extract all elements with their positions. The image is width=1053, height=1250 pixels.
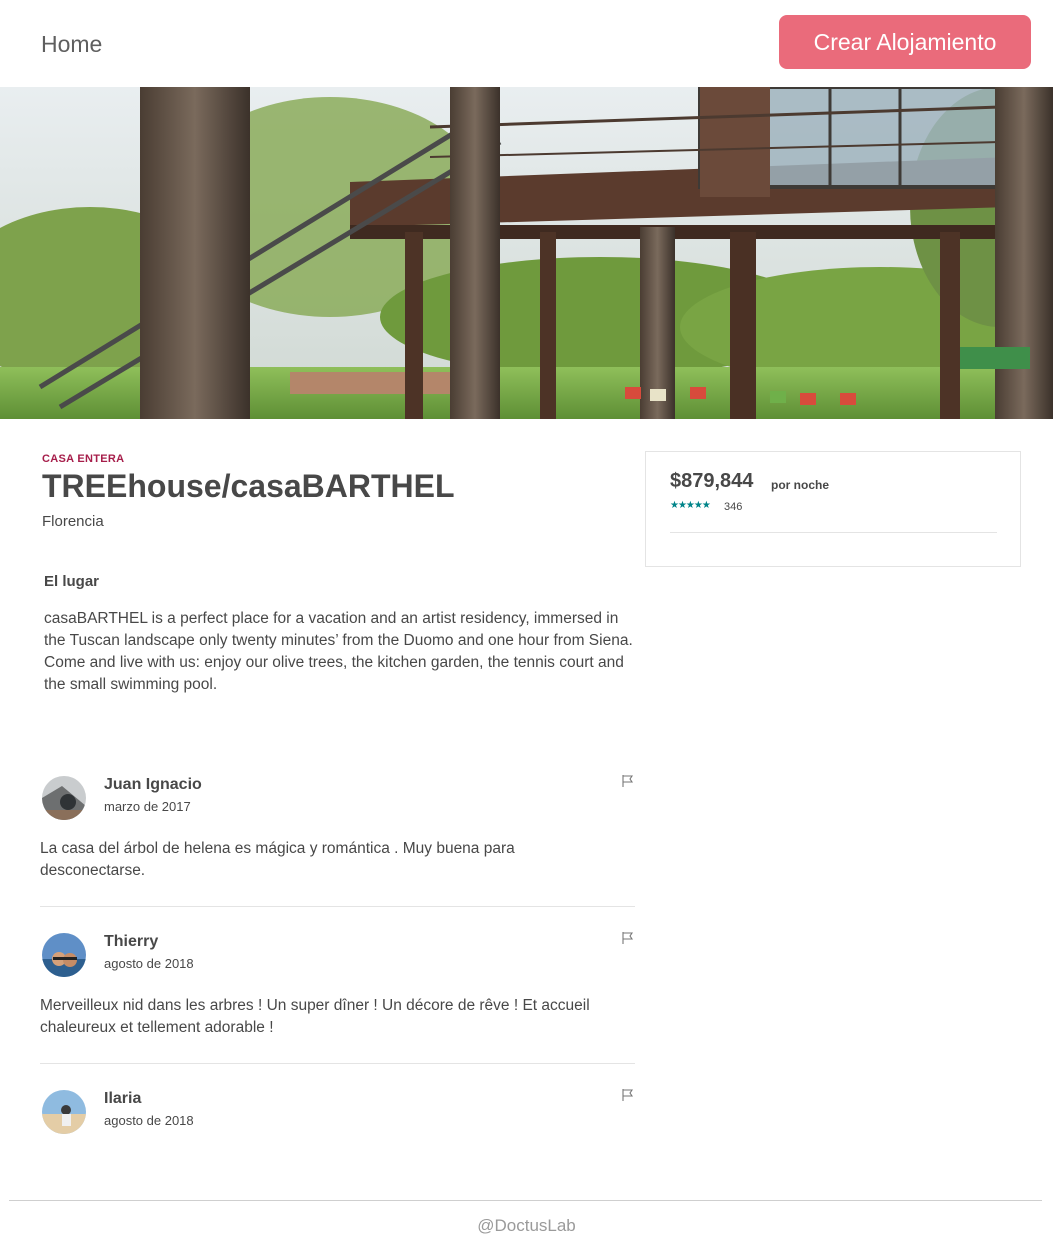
report-flag-icon[interactable]: [621, 931, 635, 945]
listing-type-label: CASA ENTERA: [42, 453, 125, 465]
rating-count: 346: [724, 501, 743, 513]
reviewer-name: Ilaria: [104, 1090, 142, 1107]
top-nav: Home Crear Alojamiento: [0, 0, 1053, 87]
review-date: marzo de 2017: [104, 799, 191, 814]
listing-title: TREEhouse/casaBARTHEL: [42, 468, 455, 504]
footer-credit: @DoctusLab: [477, 1216, 576, 1235]
divider: [40, 1063, 635, 1064]
review-text: Merveilleux nid dans les arbres ! Un sup…: [40, 997, 590, 1036]
divider: [670, 532, 997, 533]
report-flag-icon[interactable]: [621, 774, 635, 788]
divider: [40, 906, 635, 907]
per-night-label: por noche: [771, 478, 830, 492]
listing-description: casaBARTHEL is a perfect place for a vac…: [44, 610, 633, 693]
review-date: agosto de 2018: [104, 1113, 194, 1128]
home-link[interactable]: Home: [41, 31, 102, 58]
review-item: Ilaria agosto de 2018: [40, 1088, 635, 1150]
avatar: [42, 776, 86, 820]
footer-divider: [9, 1200, 1042, 1201]
nightly-price: $879,844: [670, 470, 754, 492]
create-listing-button[interactable]: Crear Alojamiento: [779, 15, 1031, 69]
listing-city: Florencia: [42, 513, 104, 530]
place-heading: El lugar: [44, 573, 100, 590]
star-rating: ★★★★★: [670, 500, 711, 511]
reviewer-name: Juan Ignacio: [104, 776, 202, 793]
listing-hero-photo: [0, 87, 1053, 419]
review-text: La casa del árbol de helena es mágica y …: [40, 840, 515, 879]
report-flag-icon[interactable]: [621, 1088, 635, 1102]
avatar: [42, 933, 86, 977]
booking-card: $879,844 por noche ★★★★★ 346: [645, 451, 1021, 567]
avatar: [42, 1090, 86, 1134]
review-item: Thierry agosto de 2018 Merveilleux nid d…: [40, 931, 635, 1043]
review-item: Juan Ignacio marzo de 2017 La casa del á…: [40, 774, 635, 886]
reviewer-name: Thierry: [104, 933, 159, 950]
review-date: agosto de 2018: [104, 956, 194, 971]
